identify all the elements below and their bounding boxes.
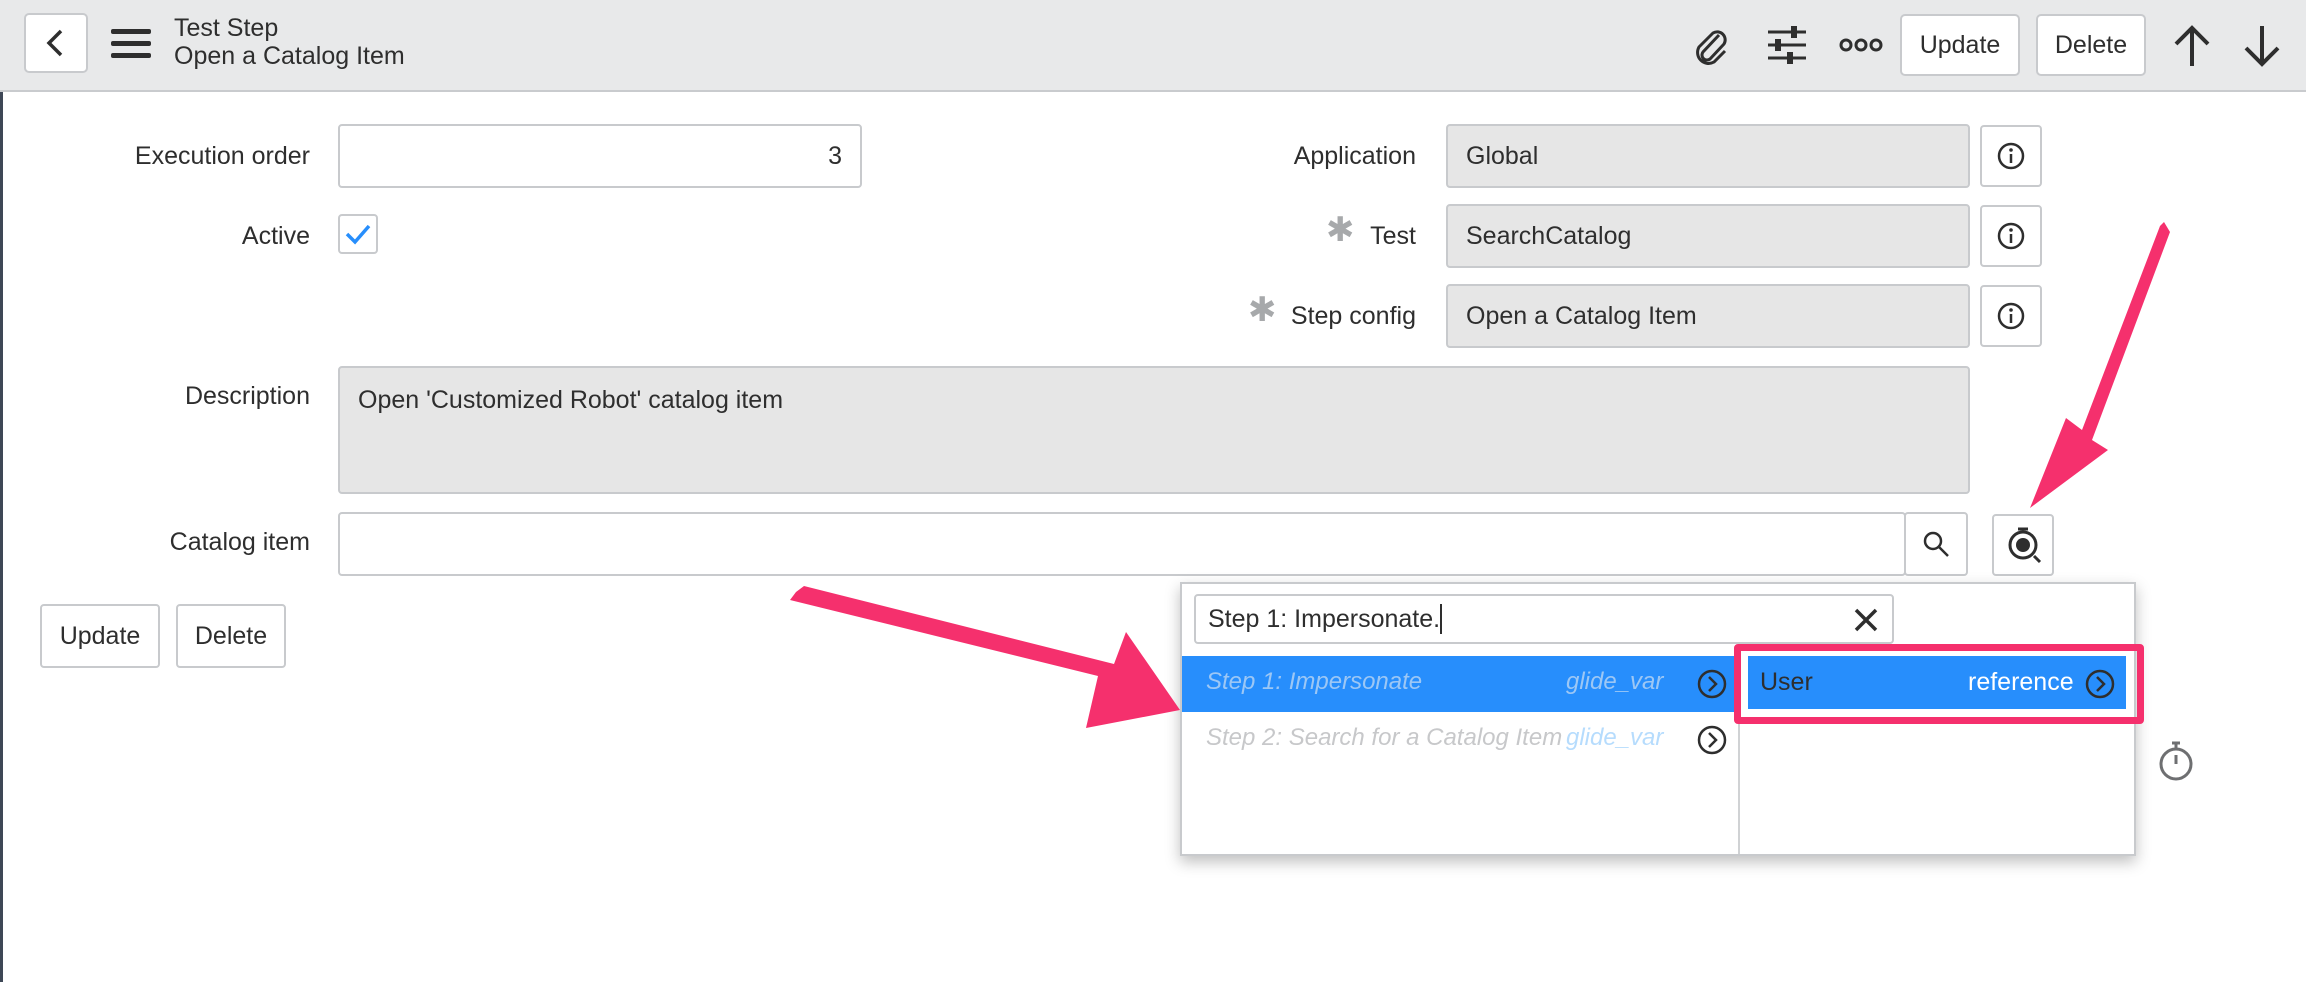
test-label: Test (1370, 222, 1416, 250)
list-item[interactable]: Step 1: Impersonate glide_var (1182, 656, 1738, 712)
active-checkbox[interactable] (338, 214, 378, 254)
annotation-highlight-box (1734, 644, 2144, 724)
application-label: Application (1293, 142, 1416, 170)
data-pill-search-input[interactable]: Step 1: Impersonate. (1194, 594, 1894, 644)
hamburger-menu-icon[interactable] (108, 24, 154, 64)
description-label: Description (184, 382, 310, 410)
search-icon (1923, 531, 1949, 557)
more-options-icon[interactable] (1838, 30, 1884, 60)
application-info-button[interactable] (1980, 125, 2042, 187)
info-icon (1997, 142, 2025, 170)
application-field[interactable]: Global (1446, 124, 1970, 188)
left-frame-border (0, 0, 3, 982)
info-icon (1997, 222, 2025, 250)
test-value: SearchCatalog (1466, 221, 1632, 250)
checkmark-icon (345, 224, 371, 245)
settings-sliders-icon[interactable] (1764, 22, 1810, 68)
step-item-type: glide_var (1566, 668, 1664, 695)
arrow-up-icon[interactable] (2170, 22, 2214, 70)
form-update-button[interactable]: Update (40, 604, 160, 668)
execution-order-label: Execution order (134, 142, 310, 170)
stopwatch-icon[interactable] (2156, 738, 2196, 784)
data-pill-picker-icon (2008, 527, 2042, 564)
step-config-field[interactable]: Open a Catalog Item (1446, 284, 1970, 348)
step-item-label: Step 2: Search for a Catalog Item (1206, 724, 1563, 751)
description-value: Open 'Customized Robot' catalog item (358, 386, 784, 414)
arrow-down-icon[interactable] (2240, 22, 2284, 70)
step-item-type: glide_var (1566, 724, 1664, 751)
info-icon (1997, 302, 2025, 330)
active-label: Active (241, 222, 310, 250)
catalog-item-label: Catalog item (169, 528, 310, 556)
execution-order-value: 3 (828, 141, 842, 170)
data-pill-picker-button[interactable] (1992, 514, 2054, 576)
description-textarea[interactable]: Open 'Customized Robot' catalog item (338, 366, 1970, 494)
step-config-info-button[interactable] (1980, 285, 2042, 347)
annotation-arrow-icon (790, 586, 1180, 728)
step-item-label: Step 1: Impersonate (1206, 668, 1423, 695)
form-header: Test Step Open a Catalog Item Update Del… (0, 0, 2306, 92)
paperclip-icon[interactable] (1688, 24, 1734, 70)
step-config-label: Step config (1290, 302, 1416, 330)
list-item[interactable]: Step 2: Search for a Catalog Item glide_… (1182, 712, 1738, 768)
data-pill-search-value: Step 1: Impersonate. (1208, 604, 1441, 633)
form-title: Test Step (174, 14, 279, 42)
catalog-item-input[interactable] (338, 512, 1906, 576)
clear-search-icon[interactable] (1850, 604, 1882, 636)
annotation-arrow-icon (2030, 222, 2170, 508)
test-field[interactable]: SearchCatalog (1446, 204, 1970, 268)
execution-order-input[interactable]: 3 (338, 124, 862, 188)
chevron-left-icon (46, 29, 63, 57)
test-info-button[interactable] (1980, 205, 2042, 267)
application-value: Global (1466, 141, 1539, 170)
chevron-right-circle-icon[interactable] (1696, 724, 1728, 756)
step-config-value: Open a Catalog Item (1466, 301, 1697, 330)
back-button[interactable] (24, 13, 88, 73)
header-delete-button[interactable]: Delete (2036, 14, 2146, 76)
catalog-item-lookup-button[interactable] (1904, 512, 1968, 576)
form-delete-button[interactable]: Delete (176, 604, 286, 668)
chevron-right-circle-icon[interactable] (1696, 668, 1728, 700)
form-subtitle: Open a Catalog Item (174, 42, 405, 70)
header-update-button[interactable]: Update (1900, 14, 2020, 76)
